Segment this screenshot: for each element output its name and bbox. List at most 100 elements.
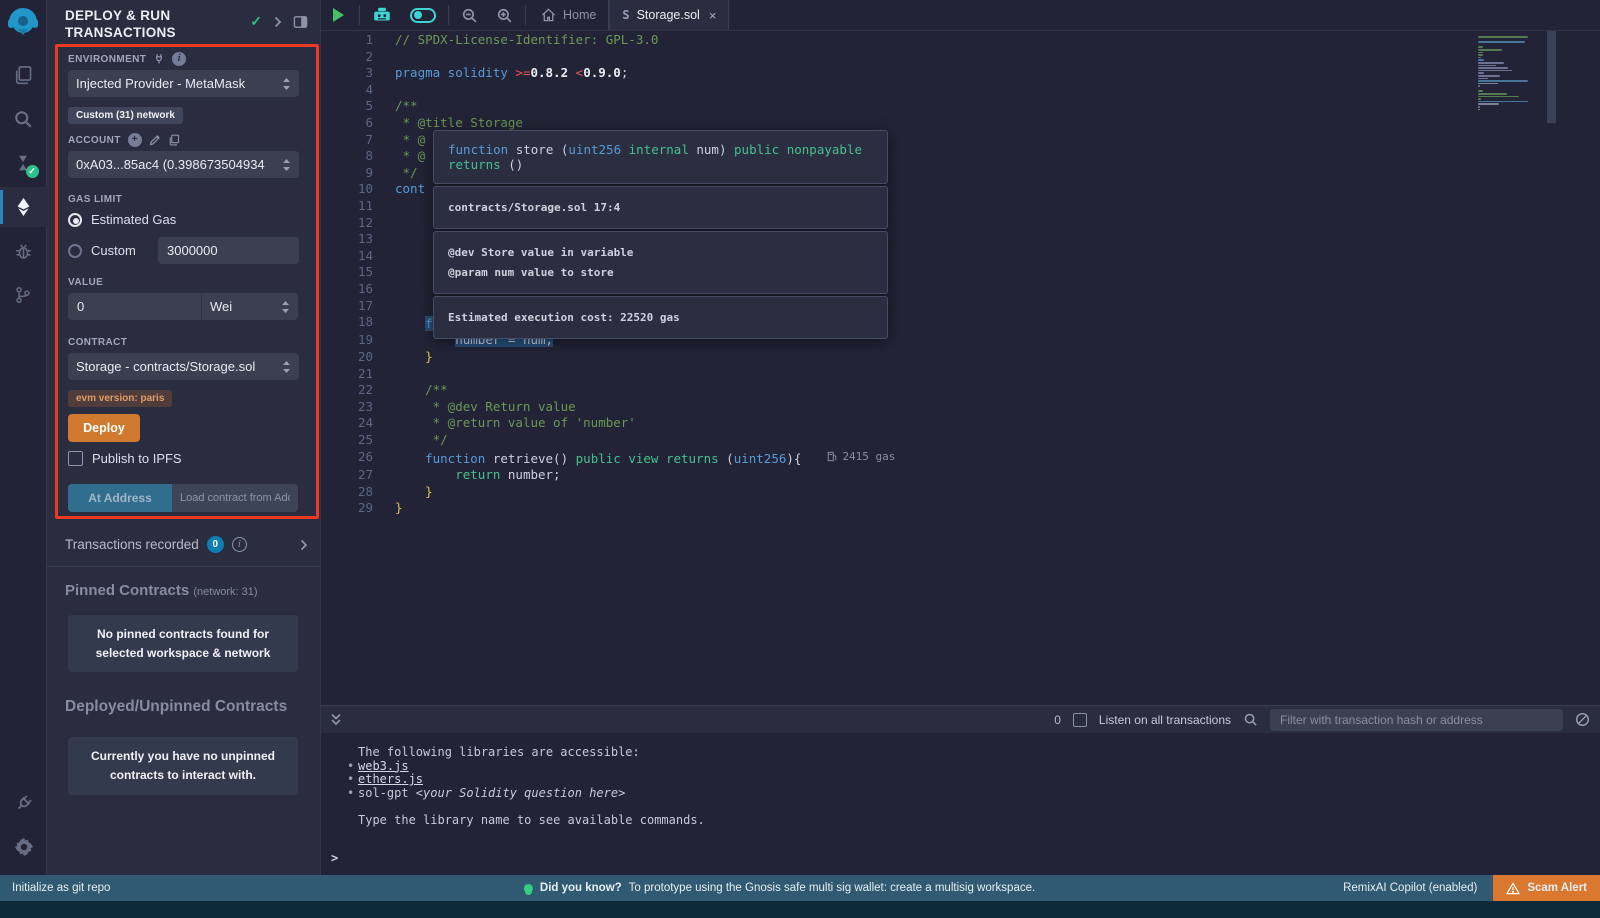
library-link[interactable]: sol-gpt <your Solidity question here> <box>358 787 625 801</box>
file-explorer-icon[interactable] <box>0 55 47 95</box>
remix-logo[interactable] <box>5 5 41 41</box>
value-input[interactable] <box>68 293 201 320</box>
deploy-and-run-icon[interactable] <box>0 187 47 227</box>
line-number[interactable]: 4 <box>321 82 373 99</box>
code-line[interactable]: 23 * @dev Return value <box>321 399 1600 416</box>
pinned-contracts-title: Pinned Contracts <box>65 582 189 599</box>
at-address-input[interactable] <box>172 484 298 512</box>
publish-ipfs-checkbox[interactable] <box>68 451 83 466</box>
line-number[interactable]: 15 <box>321 264 373 281</box>
line-number[interactable]: 6 <box>321 115 373 132</box>
plugin-manager-icon[interactable] <box>0 783 47 823</box>
line-number[interactable]: 3 <box>321 65 373 82</box>
zoom-out-icon[interactable] <box>452 0 487 30</box>
code-line[interactable]: 20 } <box>321 349 1600 366</box>
tab-home[interactable]: Home <box>529 0 609 30</box>
line-number[interactable]: 16 <box>321 281 373 298</box>
line-number[interactable]: 20 <box>321 349 373 366</box>
search-icon[interactable] <box>0 99 47 139</box>
value-unit-select[interactable]: Wei <box>201 293 298 320</box>
line-number[interactable]: 5 <box>321 98 373 115</box>
pin-panel-icon[interactable] <box>293 15 308 29</box>
expand-terminal-icon[interactable] <box>330 713 342 726</box>
line-number[interactable]: 29 <box>321 500 373 517</box>
scam-alert-button[interactable]: Scam Alert <box>1493 875 1600 901</box>
line-number[interactable]: 12 <box>321 215 373 232</box>
code-line[interactable]: 22 /** <box>321 382 1600 399</box>
estimated-gas-radio[interactable] <box>68 213 82 227</box>
line-number[interactable]: 23 <box>321 399 373 416</box>
environment-select[interactable]: Injected Provider - MetaMask <box>68 70 299 97</box>
code-line[interactable]: 1// SPDX-License-Identifier: GPL-3.0 <box>321 32 1600 49</box>
terminal-output[interactable]: The following libraries are accessible:•… <box>321 733 1600 875</box>
plug-icon[interactable] <box>153 53 165 65</box>
editor-scrollbar[interactable] <box>1547 31 1556 123</box>
listen-all-checkbox[interactable] <box>1073 713 1087 727</box>
line-number[interactable]: 17 <box>321 298 373 315</box>
code-line[interactable]: 3pragma solidity >=0.8.2 <0.9.0; <box>321 65 1600 82</box>
custom-gas-input[interactable] <box>158 237 299 264</box>
library-link[interactable]: ethers.js <box>358 773 423 787</box>
git-init-button[interactable]: Initialize as git repo <box>12 882 110 894</box>
debugger-icon[interactable] <box>0 231 47 271</box>
git-icon[interactable] <box>0 275 47 315</box>
line-number[interactable]: 2 <box>321 49 373 66</box>
line-number[interactable]: 1 <box>321 32 373 49</box>
run-script-button[interactable] <box>321 0 356 30</box>
code-editor[interactable]: 1// SPDX-License-Identifier: GPL-3.023pr… <box>321 31 1600 705</box>
line-number[interactable]: 11 <box>321 198 373 215</box>
copilot-status[interactable]: RemixAI Copilot (enabled) <box>1343 882 1477 894</box>
code-line[interactable]: 2 <box>321 49 1600 66</box>
line-number[interactable]: 21 <box>321 366 373 383</box>
close-tab-icon[interactable]: × <box>709 8 717 23</box>
add-account-icon[interactable]: + <box>128 133 142 147</box>
code-line[interactable]: 29} <box>321 500 1600 517</box>
copilot-toggle[interactable] <box>401 0 445 30</box>
line-number[interactable]: 26 <box>321 449 373 467</box>
line-number[interactable]: 13 <box>321 231 373 248</box>
code-line[interactable]: 21 <box>321 366 1600 383</box>
code-line[interactable]: 24 * @return value of 'number' <box>321 415 1600 432</box>
library-link[interactable]: web3.js <box>358 760 409 774</box>
chevron-right-icon[interactable] <box>273 16 282 28</box>
terminal-search-icon[interactable] <box>1243 712 1258 727</box>
environment-info-icon[interactable]: i <box>172 52 186 66</box>
copy-account-icon[interactable] <box>168 134 180 146</box>
custom-gas-radio[interactable] <box>68 244 82 258</box>
transactions-info-icon[interactable]: i <box>232 537 247 552</box>
line-number[interactable]: 25 <box>321 432 373 449</box>
clear-console-icon[interactable] <box>1575 712 1590 727</box>
line-number[interactable]: 22 <box>321 382 373 399</box>
code-line[interactable]: 26 function retrieve() public view retur… <box>321 449 1600 467</box>
line-number[interactable]: 27 <box>321 467 373 484</box>
ai-copilot-icon[interactable] <box>363 0 401 30</box>
expand-transactions-icon[interactable] <box>299 539 308 551</box>
zoom-in-icon[interactable] <box>487 0 522 30</box>
minimap-line <box>1478 75 1500 77</box>
line-number[interactable]: 7 <box>321 132 373 149</box>
line-number[interactable]: 14 <box>321 248 373 265</box>
line-number[interactable]: 10 <box>321 181 373 198</box>
code-line[interactable]: 27 return number; <box>321 467 1600 484</box>
line-number[interactable]: 28 <box>321 484 373 501</box>
terminal-prompt[interactable]: > <box>331 851 338 865</box>
line-number[interactable]: 18 <box>321 314 373 332</box>
edit-account-icon[interactable] <box>149 134 161 146</box>
line-number[interactable]: 24 <box>321 415 373 432</box>
at-address-button[interactable]: At Address <box>68 484 172 512</box>
code-line[interactable]: 25 */ <box>321 432 1600 449</box>
code-line[interactable]: 28 } <box>321 484 1600 501</box>
deploy-button[interactable]: Deploy <box>68 414 140 442</box>
tab-storage-sol[interactable]: S Storage.sol × <box>609 0 729 30</box>
transaction-filter-input[interactable] <box>1270 709 1563 731</box>
account-select[interactable]: 0xA03...85ac4 (0.398673504934 <box>68 151 299 178</box>
solidity-compiler-icon[interactable]: ✓ <box>0 143 47 183</box>
line-number[interactable]: 9 <box>321 165 373 182</box>
settings-gear-icon[interactable] <box>0 827 47 867</box>
line-number[interactable]: 19 <box>321 332 373 349</box>
code-line[interactable]: 4 <box>321 82 1600 99</box>
contract-select[interactable]: Storage - contracts/Storage.sol <box>68 353 299 380</box>
minimap[interactable] <box>1478 36 1532 111</box>
code-line[interactable]: 5/** <box>321 98 1600 115</box>
line-number[interactable]: 8 <box>321 148 373 165</box>
